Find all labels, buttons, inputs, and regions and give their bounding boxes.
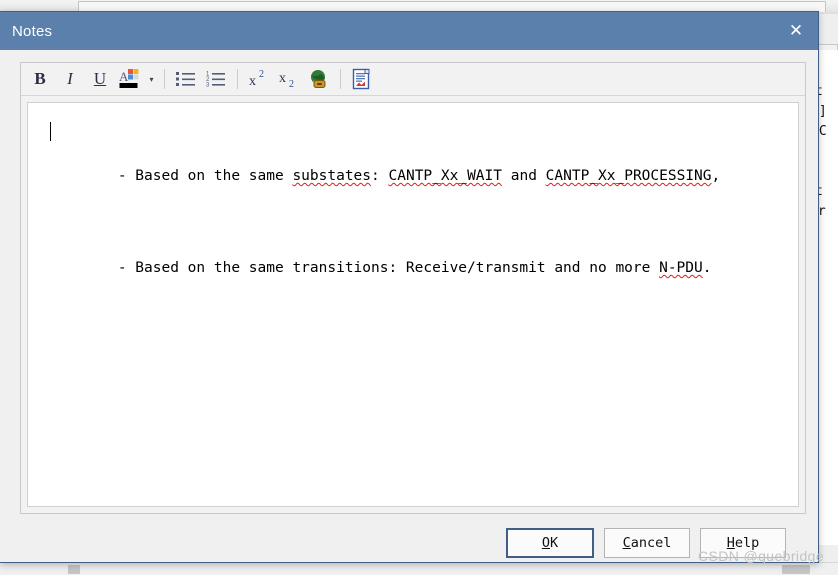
background-scrollbar-thumb-right[interactable]: [782, 565, 810, 574]
dialog-title: Notes: [12, 22, 53, 40]
hyperlink-icon[interactable]: [305, 66, 333, 92]
cancel-button[interactable]: Cancel: [604, 528, 690, 558]
line2-seg-0: - Based on the same transitions: Receive…: [117, 260, 660, 276]
numbered-list-icon[interactable]: 1 2 3: [202, 66, 230, 92]
line1-seg-4: and: [502, 168, 546, 184]
underline-icon[interactable]: U: [86, 66, 114, 92]
cancel-button-label: Cancel: [622, 535, 672, 551]
close-icon[interactable]: ✕: [774, 12, 818, 50]
svg-text:x: x: [249, 74, 256, 89]
line1-seg-2: :: [371, 168, 389, 184]
font-color-svg: A: [119, 69, 139, 88]
chevron-down-icon[interactable]: ▾: [145, 66, 158, 92]
line1-seg-1-misspelled: substates: [292, 168, 372, 184]
hyperlink-globe-svg: [311, 70, 326, 88]
text-caret: [50, 122, 51, 141]
underline-glyph: U: [93, 69, 107, 88]
line1-seg-5-misspelled: CANTP_Xx_PROCESSING: [545, 168, 712, 184]
svg-text:x: x: [279, 71, 286, 86]
bulleted-list-svg: [176, 72, 195, 86]
line1-seg-0: - Based on the same: [117, 168, 293, 184]
dialog-titlebar: Notes ✕: [0, 12, 818, 50]
cancel-button-mnemonic: C: [622, 535, 631, 551]
italic-glyph: I: [67, 69, 73, 88]
toolbar-separator-3: [340, 69, 341, 89]
ok-button[interactable]: OK: [506, 528, 594, 558]
subscript-icon[interactable]: x 2: [275, 66, 303, 92]
ok-button-mnemonic: O: [541, 535, 550, 551]
notes-dialog: Notes ✕ B I U A ▾ 1 2 3 x 2 x 2 - Based …: [0, 11, 819, 563]
line2-seg-1-misspelled: N-PDU: [659, 260, 703, 276]
notes-line-2: - Based on the same transitions: Receive…: [48, 235, 788, 301]
formatting-toolbar: B I U A ▾ 1 2 3 x 2 x 2: [21, 63, 805, 96]
font-color-icon[interactable]: A: [116, 66, 144, 92]
italic-icon[interactable]: I: [56, 66, 84, 92]
dialog-button-row: OK Cancel Help: [0, 528, 818, 558]
svg-text:2: 2: [289, 79, 294, 89]
csdn-watermark: CSDN @quebridge: [697, 548, 824, 564]
toolbar-separator-2: [237, 69, 238, 89]
superscript-icon[interactable]: x 2: [245, 66, 273, 92]
superscript-svg: x 2: [249, 69, 264, 89]
line1-seg-6: ,: [711, 168, 721, 184]
svg-text:A: A: [119, 69, 129, 84]
toolbar-separator-1: [164, 69, 165, 89]
insert-document-icon[interactable]: [348, 66, 376, 92]
line1-seg-3-misspelled: CANTP_Xx_WAIT: [388, 168, 503, 184]
svg-text:3: 3: [206, 83, 210, 89]
ok-button-label: OK: [541, 535, 559, 551]
svg-text:2: 2: [259, 69, 264, 80]
background-scrollbar-thumb-left[interactable]: [68, 565, 80, 574]
notes-text-area[interactable]: - Based on the same substates: CANTP_Xx_…: [27, 102, 799, 507]
bold-glyph: B: [34, 69, 46, 88]
notes-editor-panel: B I U A ▾ 1 2 3 x 2 x 2 - Based on the s…: [20, 62, 806, 514]
subscript-svg: x 2: [279, 71, 294, 89]
line2-seg-2: .: [702, 260, 712, 276]
numbered-list-svg: 1 2 3: [206, 72, 225, 89]
bulleted-list-icon[interactable]: [172, 66, 200, 92]
notes-line-1: - Based on the same substates: CANTP_Xx_…: [48, 121, 788, 209]
bold-icon[interactable]: B: [26, 66, 54, 92]
insert-document-svg: [352, 68, 370, 90]
